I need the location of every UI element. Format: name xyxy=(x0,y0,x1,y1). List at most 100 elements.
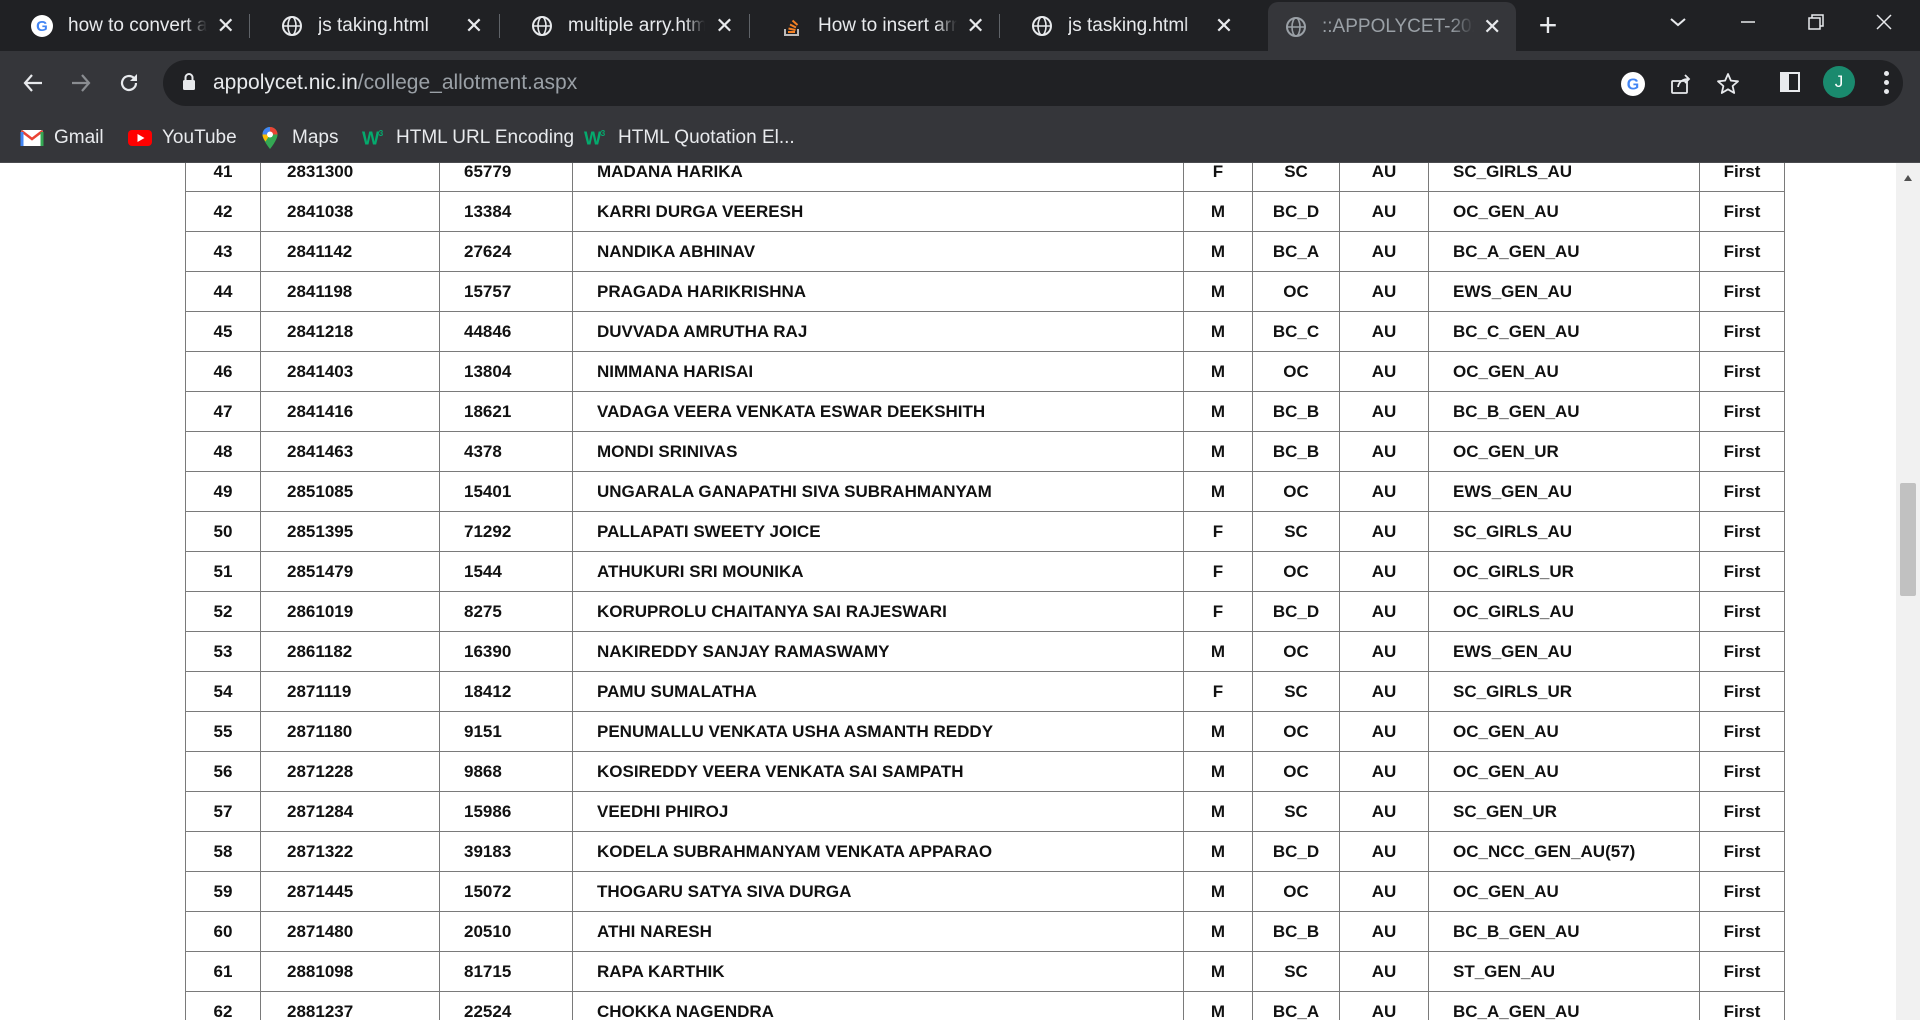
candidate-name-cell: PRAGADA HARIKRISHNA xyxy=(572,271,1184,312)
caste-category-cell: BC_B xyxy=(1252,911,1340,952)
candidate-name-cell: DUVVADA AMRUTHA RAJ xyxy=(572,311,1184,352)
candidate-name-cell: NAKIREDDY SANJAY RAMASWAMY xyxy=(572,631,1184,672)
lock-icon[interactable] xyxy=(181,72,197,97)
region-cell: AU xyxy=(1339,671,1429,712)
browser-tab[interactable]: How to insert array ✕ xyxy=(750,0,1000,51)
side-panel-icon[interactable] xyxy=(1774,66,1806,98)
serial-number-cell: 53 xyxy=(185,631,261,672)
gender-cell: M xyxy=(1183,351,1253,392)
minimize-button[interactable] xyxy=(1716,0,1780,44)
seat-category-cell: OC_GIRLS_UR xyxy=(1428,551,1700,592)
bookmark-gmail[interactable]: Gmail xyxy=(20,125,104,151)
rank-cell: 4378 xyxy=(439,431,573,472)
gender-cell: M xyxy=(1183,951,1253,992)
table-row: 61 2881098 81715 RAPA KARTHIK M SC AU ST_GEN_AU… xyxy=(185,951,1785,992)
close-window-button[interactable] xyxy=(1852,0,1916,44)
seat-category-cell: OC_GEN_AU xyxy=(1428,751,1700,792)
vertical-scrollbar[interactable] xyxy=(1896,163,1920,1020)
gender-cell: M xyxy=(1183,911,1253,952)
hall-ticket-cell: 2871445 xyxy=(260,871,440,912)
tab-title: js taking.html xyxy=(318,14,429,36)
browser-tab[interactable]: G how to convert arra ✕ xyxy=(0,0,250,51)
profile-avatar[interactable]: J xyxy=(1823,66,1855,98)
caste-category-cell: OC xyxy=(1252,631,1340,672)
allotment-table: 41 2831300 65779 MADANA HARIKA F SC AU SC_GIRLS… xyxy=(185,163,1785,1020)
scrollbar-thumb[interactable] xyxy=(1900,483,1916,596)
seat-category-cell: BC_A_GEN_AU xyxy=(1428,991,1700,1020)
browser-toolbar: appolycet.nic.in/college_allotment.aspx … xyxy=(0,51,1920,113)
phase-cell: First xyxy=(1699,271,1785,312)
table-row: 48 2841463 4378 MONDI SRINIVAS M BC_B AU OC_GEN… xyxy=(185,431,1785,472)
rank-cell: 65779 xyxy=(439,163,573,192)
phase-cell: First xyxy=(1699,191,1785,232)
gender-cell: M xyxy=(1183,751,1253,792)
tab-search-chevron-icon[interactable] xyxy=(1646,0,1710,44)
address-bar[interactable]: appolycet.nic.in/college_allotment.aspx … xyxy=(163,60,1903,106)
hall-ticket-cell: 2841463 xyxy=(260,431,440,472)
candidate-name-cell: ATHUKURI SRI MOUNIKA xyxy=(572,551,1184,592)
browser-tab[interactable]: multiple arry.html ✕ xyxy=(500,0,750,51)
serial-number-cell: 61 xyxy=(185,951,261,992)
phase-cell: First xyxy=(1699,471,1785,512)
rank-cell: 13804 xyxy=(439,351,573,392)
table-row: 58 2871322 39183 KODELA SUBRAHMANYAM VENKAT… xyxy=(185,831,1785,872)
bookmark-youtube[interactable]: YouTube xyxy=(128,125,237,151)
restore-button[interactable] xyxy=(1784,0,1848,44)
close-tab-icon[interactable]: ✕ xyxy=(1212,13,1236,38)
tab-title: multiple arry.html xyxy=(568,14,706,36)
bookmark-maps[interactable]: Maps xyxy=(258,125,338,151)
new-tab-button[interactable]: + xyxy=(1532,9,1564,42)
serial-number-cell: 41 xyxy=(185,163,261,192)
google-lens-icon[interactable]: G xyxy=(1620,71,1646,97)
candidate-name-cell: VADAGA VEERA VENKATA ESWAR DEEKSHITH xyxy=(572,391,1184,432)
scroll-up-arrow-icon[interactable] xyxy=(1896,163,1920,193)
browser-tab[interactable]: js taking.html ✕ xyxy=(250,0,500,51)
candidate-name-cell: THOGARU SATYA SIVA DURGA xyxy=(572,871,1184,912)
url-path: /college_allotment.aspx xyxy=(357,71,578,94)
candidate-name-cell: KARRI DURGA VEERESH xyxy=(572,191,1184,232)
close-tab-icon[interactable]: ✕ xyxy=(215,13,236,38)
rank-cell: 15986 xyxy=(439,791,573,832)
phase-cell: First xyxy=(1699,671,1785,712)
allotment-table-body: 41 2831300 65779 MADANA HARIKA F SC AU SC_GIRLS… xyxy=(185,163,1785,1020)
table-row: 43 2841142 27624 NANDIKA ABHINAV M BC_A AU BC_A… xyxy=(185,231,1785,272)
rank-cell: 44846 xyxy=(439,311,573,352)
rank-cell: 9151 xyxy=(439,711,573,752)
tab-title: how to convert arra xyxy=(68,14,208,36)
close-tab-icon[interactable]: ✕ xyxy=(713,13,736,38)
close-tab-icon[interactable]: ✕ xyxy=(965,13,986,38)
rank-cell: 71292 xyxy=(439,511,573,552)
bookmark-html-url-encoding[interactable]: W3 HTML URL Encoding xyxy=(362,125,574,151)
share-icon[interactable] xyxy=(1668,71,1694,97)
svg-text:W: W xyxy=(584,127,602,148)
close-tab-icon[interactable]: ✕ xyxy=(462,13,486,38)
seat-category-cell: EWS_GEN_AU xyxy=(1428,631,1700,672)
gender-cell: F xyxy=(1183,591,1253,632)
gender-cell: M xyxy=(1183,311,1253,352)
browser-tab-active[interactable]: ::APPOLYCET-2023 :: ✕ xyxy=(1268,2,1516,51)
bookmark-html-quotation[interactable]: W3 HTML Quotation El... xyxy=(584,125,795,151)
rank-cell: 1544 xyxy=(439,551,573,592)
serial-number-cell: 56 xyxy=(185,751,261,792)
more-menu-icon[interactable] xyxy=(1873,66,1899,98)
bookmark-star-icon[interactable] xyxy=(1715,71,1741,97)
rank-cell: 15757 xyxy=(439,271,573,312)
browser-tab[interactable]: js tasking.html ✕ xyxy=(1000,0,1250,51)
hall-ticket-cell: 2881237 xyxy=(260,991,440,1020)
hall-ticket-cell: 2881098 xyxy=(260,951,440,992)
region-cell: AU xyxy=(1339,831,1429,872)
tab-strip: G how to convert arra ✕ js taking.html ✕… xyxy=(0,0,1920,51)
candidate-name-cell: PENUMALLU VENKATA USHA ASMANTH REDDY xyxy=(572,711,1184,752)
caste-category-cell: BC_D xyxy=(1252,831,1340,872)
region-cell: AU xyxy=(1339,711,1429,752)
close-tab-icon[interactable]: ✕ xyxy=(1482,14,1502,39)
forward-button[interactable] xyxy=(64,66,98,100)
rank-cell: 15072 xyxy=(439,871,573,912)
phase-cell: First xyxy=(1699,991,1785,1020)
gender-cell: M xyxy=(1183,191,1253,232)
serial-number-cell: 60 xyxy=(185,911,261,952)
back-button[interactable] xyxy=(16,66,50,100)
reload-button[interactable] xyxy=(112,66,146,100)
phase-cell: First xyxy=(1699,551,1785,592)
seat-category-cell: OC_NCC_GEN_AU(57) xyxy=(1428,831,1700,872)
